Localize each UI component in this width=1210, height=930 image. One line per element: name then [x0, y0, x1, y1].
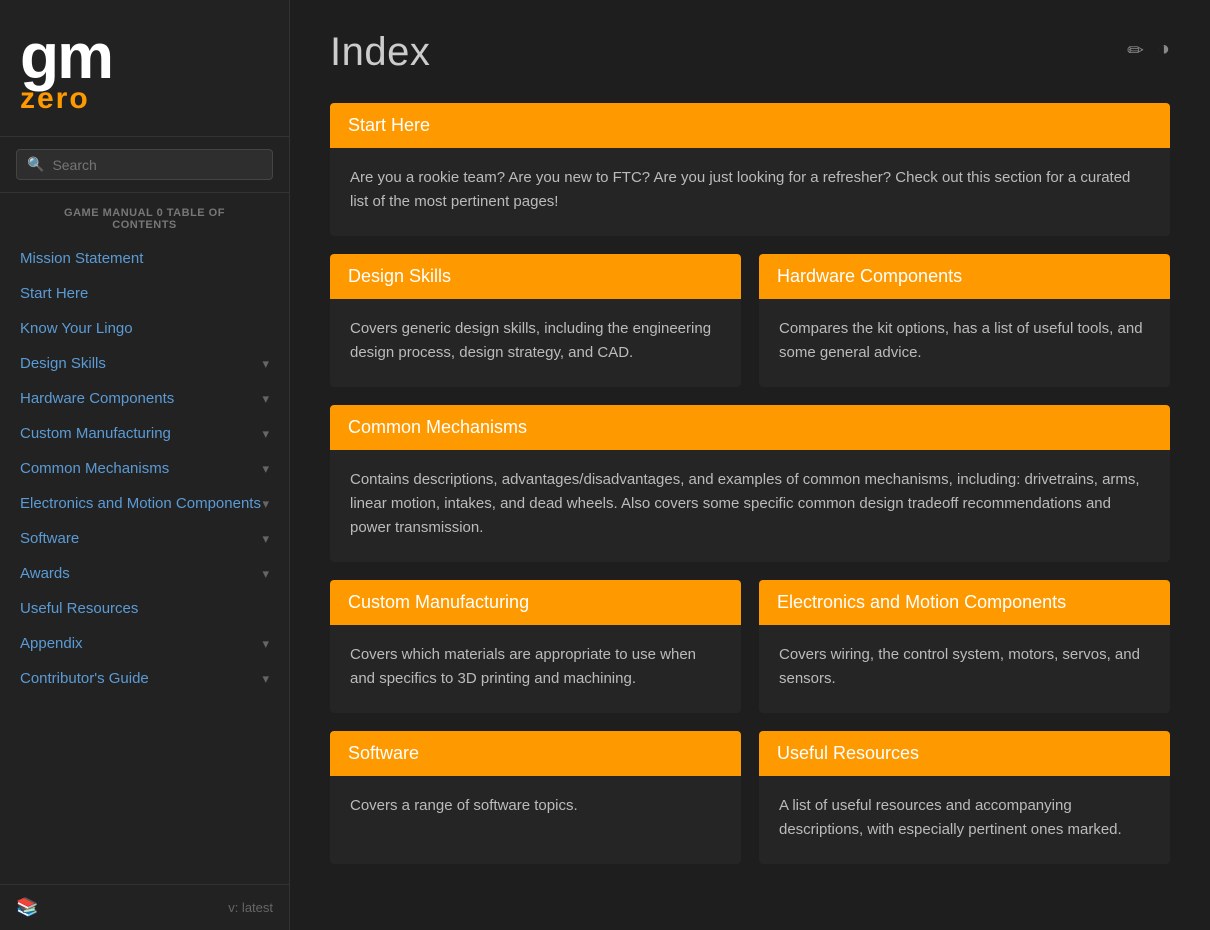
book-icon: 📚 [16, 897, 38, 918]
sidebar-item-label: Useful Resources [20, 600, 138, 617]
main-header: Index ✏ ◑ [330, 30, 1170, 75]
sidebar-item-electronics[interactable]: Electronics and Motion Components ▾ [0, 486, 289, 521]
theme-icon[interactable]: ◑ [1158, 38, 1170, 63]
row-design-hardware: Design Skills Covers generic design skil… [330, 254, 1170, 387]
software-body: Covers a range of software topics. [330, 776, 741, 840]
custom-manufacturing-card[interactable]: Custom Manufacturing Covers which materi… [330, 580, 741, 713]
row-custom-electronics: Custom Manufacturing Covers which materi… [330, 580, 1170, 713]
sidebar-item-useful-resources[interactable]: Useful Resources [0, 591, 289, 626]
sidebar-item-label: Common Mechanisms [20, 460, 169, 477]
sidebar-item-label: Appendix [20, 635, 83, 652]
search-icon: 🔍 [27, 156, 44, 173]
sidebar: gm zero 🔍 GAME MANUAL 0 TABLE OFCONTENTS… [0, 0, 290, 930]
chevron-down-icon: ▾ [262, 391, 269, 407]
edit-icon[interactable]: ✏ [1127, 38, 1144, 63]
software-card[interactable]: Software Covers a range of software topi… [330, 731, 741, 864]
search-box[interactable]: 🔍 [16, 149, 273, 180]
page-title: Index [330, 30, 430, 75]
sidebar-item-hardware-components[interactable]: Hardware Components ▾ [0, 381, 289, 416]
electronics-motion-card[interactable]: Electronics and Motion Components Covers… [759, 580, 1170, 713]
sidebar-item-custom-manufacturing[interactable]: Custom Manufacturing ▾ [0, 416, 289, 451]
sidebar-footer: 📚 v: latest [0, 884, 289, 930]
sidebar-item-contributors-guide[interactable]: Contributor's Guide ▾ [0, 661, 289, 696]
useful-resources-header: Useful Resources [759, 731, 1170, 776]
hardware-components-card[interactable]: Hardware Components Compares the kit opt… [759, 254, 1170, 387]
start-here-card[interactable]: Start Here Are you a rookie team? Are yo… [330, 103, 1170, 236]
search-input[interactable] [52, 157, 262, 173]
hardware-components-body: Compares the kit options, has a list of … [759, 299, 1170, 387]
sidebar-item-label: Contributor's Guide [20, 670, 149, 687]
sidebar-item-know-your-lingo[interactable]: Know Your Lingo [0, 311, 289, 346]
software-header: Software [330, 731, 741, 776]
start-here-card-header: Start Here [330, 103, 1170, 148]
chevron-down-icon: ▾ [262, 671, 269, 687]
sidebar-item-software[interactable]: Software ▾ [0, 521, 289, 556]
sidebar-item-label: Mission Statement [20, 250, 143, 267]
main-content: Index ✏ ◑ Start Here Are you a rookie te… [290, 0, 1210, 930]
sidebar-item-label: Software [20, 530, 79, 547]
logo-gm: gm [20, 24, 269, 88]
common-mechanisms-header: Common Mechanisms [330, 405, 1170, 450]
useful-resources-body: A list of useful resources and accompany… [759, 776, 1170, 864]
sidebar-item-mission-statement[interactable]: Mission Statement [0, 241, 289, 276]
electronics-motion-body: Covers wiring, the control system, motor… [759, 625, 1170, 713]
logo: gm zero [0, 0, 289, 137]
sidebar-item-design-skills[interactable]: Design Skills ▾ [0, 346, 289, 381]
electronics-motion-header: Electronics and Motion Components [759, 580, 1170, 625]
start-here-card-body: Are you a rookie team? Are you new to FT… [330, 148, 1170, 236]
sidebar-item-label: Hardware Components [20, 390, 174, 407]
sidebar-nav: Mission Statement Start Here Know Your L… [0, 237, 289, 884]
header-icons: ✏ ◑ [1127, 30, 1170, 63]
custom-manufacturing-body: Covers which materials are appropriate t… [330, 625, 741, 713]
toc-label: GAME MANUAL 0 TABLE OFCONTENTS [0, 193, 289, 237]
chevron-down-icon: ▾ [262, 531, 269, 547]
chevron-down-icon: ▾ [262, 426, 269, 442]
sidebar-item-common-mechanisms[interactable]: Common Mechanisms ▾ [0, 451, 289, 486]
sidebar-item-start-here[interactable]: Start Here [0, 276, 289, 311]
chevron-down-icon: ▾ [262, 636, 269, 652]
sidebar-item-label: Custom Manufacturing [20, 425, 171, 442]
common-mechanisms-body: Contains descriptions, advantages/disadv… [330, 450, 1170, 562]
sidebar-item-awards[interactable]: Awards ▾ [0, 556, 289, 591]
sidebar-item-label: Start Here [20, 285, 88, 302]
sidebar-item-label: Electronics and Motion Components [20, 495, 261, 512]
sidebar-item-label: Know Your Lingo [20, 320, 133, 337]
chevron-down-icon: ▾ [262, 566, 269, 582]
hardware-components-header: Hardware Components [759, 254, 1170, 299]
version-label: v: latest [228, 900, 273, 915]
sidebar-item-label: Design Skills [20, 355, 106, 372]
logo-zero: zero [20, 82, 269, 116]
design-skills-header: Design Skills [330, 254, 741, 299]
chevron-down-icon: ▾ [262, 496, 269, 512]
sidebar-item-label: Awards [20, 565, 70, 582]
design-skills-card[interactable]: Design Skills Covers generic design skil… [330, 254, 741, 387]
custom-manufacturing-header: Custom Manufacturing [330, 580, 741, 625]
useful-resources-card[interactable]: Useful Resources A list of useful resour… [759, 731, 1170, 864]
row-software-resources: Software Covers a range of software topi… [330, 731, 1170, 864]
chevron-down-icon: ▾ [262, 461, 269, 477]
chevron-down-icon: ▾ [262, 356, 269, 372]
search-container: 🔍 [0, 137, 289, 193]
design-skills-body: Covers generic design skills, including … [330, 299, 741, 387]
sidebar-item-appendix[interactable]: Appendix ▾ [0, 626, 289, 661]
common-mechanisms-card[interactable]: Common Mechanisms Contains descriptions,… [330, 405, 1170, 562]
